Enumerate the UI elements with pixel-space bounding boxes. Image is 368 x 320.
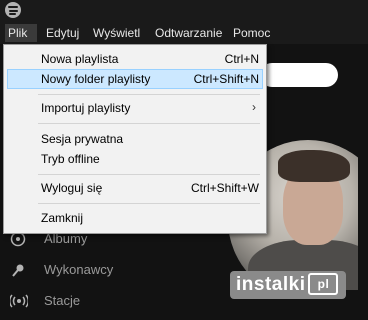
sidebar-item-label: Stacje: [44, 293, 81, 308]
title-bar: [0, 0, 368, 22]
menu-edit[interactable]: Edytuj: [43, 24, 82, 42]
menu-item-new-playlist[interactable]: Nowa playlista Ctrl+N: [7, 49, 263, 69]
menu-view[interactable]: Wyświetl: [90, 24, 143, 42]
menu-item-import-playlists[interactable]: Importuj playlisty ›: [7, 98, 263, 118]
search-input[interactable]: [260, 63, 338, 87]
chevron-right-icon: ›: [252, 100, 256, 114]
menu-item-offline-mode[interactable]: Tryb offline: [7, 149, 263, 169]
spotify-logo-icon[interactable]: [5, 2, 21, 18]
menu-item-quit[interactable]: Zamknij: [7, 208, 263, 228]
menu-bar: Plik Edytuj Wyświetl Odtwarzanie Pomoc: [0, 22, 368, 44]
sidebar-item-label: Wykonawcy: [44, 262, 114, 277]
radio-icon: [8, 293, 30, 309]
menu-separator: [38, 94, 260, 95]
menu-separator: [38, 203, 260, 204]
menu-separator: [38, 174, 260, 175]
microphone-icon: [10, 262, 26, 278]
menu-item-log-out[interactable]: Wyloguj się Ctrl+Shift+W: [7, 178, 263, 198]
menu-item-new-playlist-folder[interactable]: Nowy folder playlisty Ctrl+Shift+N: [7, 69, 263, 89]
menu-help[interactable]: Pomoc: [230, 24, 273, 42]
menu-item-private-session[interactable]: Sesja prywatna: [7, 129, 263, 149]
menu-file[interactable]: Plik: [5, 24, 37, 42]
menu-separator: [38, 123, 260, 124]
file-menu-dropdown: Nowa playlista Ctrl+N Nowy folder playli…: [3, 44, 267, 234]
menu-playback[interactable]: Odtwarzanie: [152, 24, 225, 42]
watermark: instalki pl: [230, 271, 346, 299]
